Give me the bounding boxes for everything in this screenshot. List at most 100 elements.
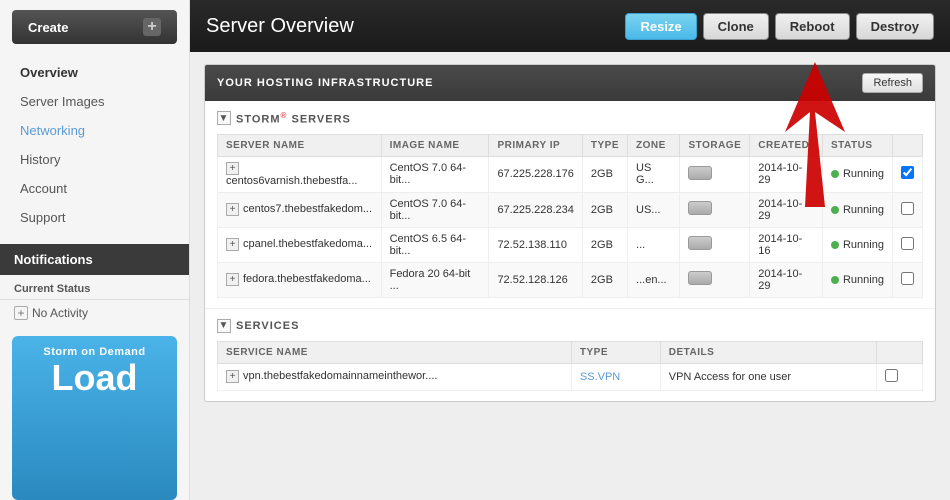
created-cell: 2014-10-16	[750, 227, 823, 262]
status-dot	[831, 241, 839, 249]
storm-servers-section: ▼ STORM® SERVERS SERVER NAME IMAGE NAME …	[205, 101, 935, 309]
services-table: SERVICE NAME TYPE DETAILS +vpn.thebestfa…	[217, 341, 923, 391]
sidebar-item-support[interactable]: Support	[0, 203, 189, 232]
page-title: Server Overview	[206, 15, 354, 38]
row-checkbox[interactable]	[901, 166, 914, 179]
checkbox-cell	[892, 262, 922, 297]
sidebar-item-account[interactable]: Account	[0, 174, 189, 203]
storm-servers-table: SERVER NAME IMAGE NAME PRIMARY IP TYPE Z…	[217, 134, 923, 298]
col-select	[892, 134, 922, 156]
row-checkbox[interactable]	[901, 237, 914, 250]
col-storage: STORAGE	[680, 134, 750, 156]
table-row: +vpn.thebestfakedomainnameinthewor.... S…	[218, 363, 923, 390]
storm-label: STORM® SERVERS	[236, 111, 351, 126]
table-row: +centos6varnish.thebestfa... CentOS 7.0 …	[218, 156, 923, 192]
zone-cell: US...	[628, 192, 680, 227]
col-status: STATUS	[822, 134, 892, 156]
clone-button[interactable]: Clone	[703, 13, 769, 40]
server-name-cell: +fedora.thebestfakedoma...	[218, 262, 382, 297]
status-cell: Running	[822, 156, 892, 192]
table-row: +fedora.thebestfakedoma... Fedora 20 64-…	[218, 262, 923, 297]
col-created: CREATED	[750, 134, 823, 156]
status-cell: Running	[822, 227, 892, 262]
row-checkbox[interactable]	[901, 202, 914, 215]
type-cell: 2GB	[582, 156, 627, 192]
storm-toggle[interactable]: ▼	[217, 111, 231, 125]
sidebar-item-history[interactable]: History	[0, 145, 189, 174]
server-name-cell: +cpanel.thebestfakedoma...	[218, 227, 382, 262]
ip-cell: 67.225.228.176	[489, 156, 582, 192]
sidebar-item-networking[interactable]: Networking	[0, 116, 189, 145]
sidebar-item-overview[interactable]: Overview	[0, 58, 189, 87]
sidebar-item-server-images[interactable]: Server Images	[0, 87, 189, 116]
ip-cell: 72.52.138.110	[489, 227, 582, 262]
service-type-cell: SS.VPN	[571, 363, 660, 390]
col-type: TYPE	[582, 134, 627, 156]
notifications-header: Notifications	[0, 244, 189, 275]
main-content: Server Overview Resize Clone Reboot Dest…	[190, 0, 950, 500]
col-primary-ip: PRIMARY IP	[489, 134, 582, 156]
storage-icon	[688, 201, 712, 215]
storm-servers-title: ▼ STORM® SERVERS	[217, 111, 923, 126]
infra-title: YOUR HOSTING INFRASTRUCTURE	[217, 77, 433, 89]
storage-icon	[688, 271, 712, 285]
storm-banner-load: Load	[52, 358, 138, 398]
col-zone: ZONE	[628, 134, 680, 156]
no-activity: + No Activity	[0, 300, 189, 326]
sidebar-nav: Overview Server Images Networking Histor…	[0, 54, 189, 236]
refresh-button[interactable]: Refresh	[862, 73, 923, 93]
service-name-cell: +vpn.thebestfakedomainnameinthewor....	[218, 363, 572, 390]
ip-cell: 72.52.128.126	[489, 262, 582, 297]
row-expand[interactable]: +	[226, 273, 239, 286]
status-dot	[831, 206, 839, 214]
status-dot	[831, 170, 839, 178]
col-service-select	[876, 341, 923, 363]
main-header: Server Overview Resize Clone Reboot Dest…	[190, 0, 950, 52]
checkbox-cell	[892, 156, 922, 192]
image-name-cell: Fedora 20 64-bit ...	[381, 262, 489, 297]
table-row: +centos7.thebestfakedom... CentOS 7.0 64…	[218, 192, 923, 227]
services-toggle[interactable]: ▼	[217, 319, 231, 333]
storage-cell	[680, 227, 750, 262]
server-name-cell: +centos7.thebestfakedom...	[218, 192, 382, 227]
image-name-cell: CentOS 6.5 64-bit...	[381, 227, 489, 262]
row-expand[interactable]: +	[226, 238, 239, 251]
create-button[interactable]: Create +	[12, 10, 177, 44]
infra-box: YOUR HOSTING INFRASTRUCTURE Refresh ▼ ST…	[204, 64, 936, 402]
sidebar: Create + Overview Server Images Networki…	[0, 0, 190, 500]
reboot-button[interactable]: Reboot	[775, 13, 850, 40]
storage-cell	[680, 192, 750, 227]
checkbox-cell	[892, 192, 922, 227]
resize-button[interactable]: Resize	[625, 13, 696, 40]
services-section: ▼ SERVICES SERVICE NAME TYPE DETAILS	[205, 309, 935, 401]
table-row: +cpanel.thebestfakedoma... CentOS 6.5 64…	[218, 227, 923, 262]
type-cell: 2GB	[582, 262, 627, 297]
storage-cell	[680, 262, 750, 297]
no-activity-label: No Activity	[32, 306, 88, 320]
destroy-button[interactable]: Destroy	[856, 13, 934, 40]
col-service-details: DETAILS	[660, 341, 876, 363]
created-cell: 2014-10-29	[750, 262, 823, 297]
created-cell: 2014-10-29	[750, 192, 823, 227]
header-actions: Resize Clone Reboot Destroy	[625, 13, 934, 40]
services-title: ▼ SERVICES	[217, 319, 923, 333]
zone-cell: ...en...	[628, 262, 680, 297]
storage-icon	[688, 236, 712, 250]
col-service-name: SERVICE NAME	[218, 341, 572, 363]
image-name-cell: CentOS 7.0 64-bit...	[381, 156, 489, 192]
service-checkbox-cell	[876, 363, 923, 390]
service-checkbox[interactable]	[885, 369, 898, 382]
row-expand[interactable]: +	[226, 370, 239, 383]
row-checkbox[interactable]	[901, 272, 914, 285]
ip-cell: 67.225.228.234	[489, 192, 582, 227]
created-cell: 2014-10-29	[750, 156, 823, 192]
content-area: YOUR HOSTING INFRASTRUCTURE Refresh ▼ ST…	[190, 52, 950, 500]
create-label: Create	[28, 20, 68, 35]
col-server-name: SERVER NAME	[218, 134, 382, 156]
infra-header: YOUR HOSTING INFRASTRUCTURE Refresh	[205, 65, 935, 101]
row-expand[interactable]: +	[226, 162, 239, 175]
row-expand[interactable]: +	[226, 203, 239, 216]
zone-cell: ...	[628, 227, 680, 262]
no-activity-expand[interactable]: +	[14, 306, 28, 320]
service-details-cell: VPN Access for one user	[660, 363, 876, 390]
